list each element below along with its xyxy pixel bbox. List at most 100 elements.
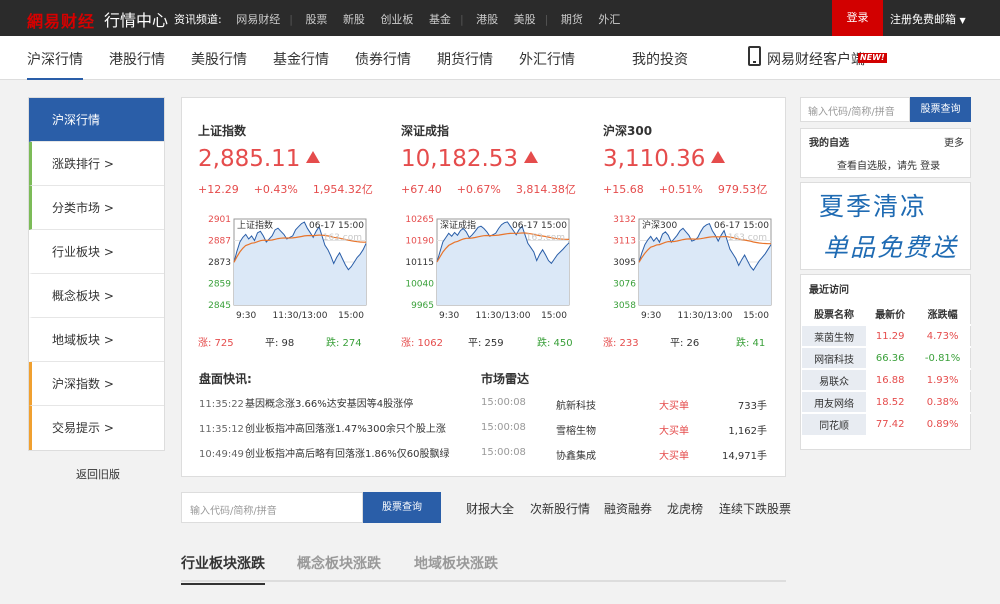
tab-region-board[interactable]: 地域板块涨跌: [414, 553, 498, 573]
chart-watermark: 163.com: [526, 233, 565, 243]
login-button[interactable]: 登录: [832, 0, 883, 36]
nav-item-us[interactable]: 美股行情: [191, 49, 247, 69]
nav-item-fund[interactable]: 基金行情: [273, 49, 329, 69]
table-row[interactable]: 莱茵生物 11.29 4.73%: [802, 324, 971, 347]
stock-pct: -0.81%: [914, 346, 971, 369]
x-tick-label: 15:00: [743, 311, 769, 321]
flash-item[interactable]: 10:49:49创业板指冲高后略有回落涨1.86%仅60股飘绿: [199, 445, 450, 460]
nav-item-forex[interactable]: 外汇行情: [519, 49, 575, 69]
watchlist-more-link[interactable]: 更多: [944, 134, 964, 149]
index-price: 10,182.53: [401, 146, 539, 172]
index-amount: 3,814.38亿: [515, 183, 576, 196]
sidebar-item-industry[interactable]: 行业板块 >: [29, 230, 164, 274]
table-row[interactable]: 同花顺 77.42 0.89%: [802, 412, 971, 435]
radar-time: 15:00:08: [481, 397, 526, 408]
promo-banner[interactable]: 夏季清凉 单品免费送: [800, 182, 971, 270]
flash-time: 11:35:22: [199, 399, 244, 410]
channel-link[interactable]: 新股: [343, 13, 365, 26]
radar-type: 大买单: [659, 426, 689, 437]
channel-link[interactable]: 网易财经: [236, 13, 280, 26]
channel-links: 资讯频道: 网易财经 | 股票 新股 创业板 基金 | 港股 美股 | 期货 外汇: [174, 13, 621, 26]
quote-center-title[interactable]: 行情中心: [104, 7, 168, 31]
right-search-input[interactable]: 输入代码/简称/拼音: [800, 97, 910, 122]
old-version-link[interactable]: 返回旧版: [76, 466, 120, 482]
sidebar-item-region[interactable]: 地域板块 >: [29, 318, 164, 362]
stock-name[interactable]: 易联众: [802, 368, 867, 391]
nav-item-futures[interactable]: 期货行情: [437, 49, 493, 69]
nav-item-shsz[interactable]: 沪深行情: [27, 49, 83, 80]
watchlist-login-prompt[interactable]: 查看自选股，请先 登录: [837, 157, 940, 172]
channel-link[interactable]: 基金: [429, 13, 451, 26]
nav-item-my-invest[interactable]: 我的投资: [632, 49, 688, 69]
channel-link[interactable]: 外汇: [598, 13, 620, 26]
sidebar-item-tips[interactable]: 交易提示 >: [29, 406, 164, 450]
sidebar-item-index[interactable]: 沪深指数 >: [29, 362, 164, 406]
quick-link-reports[interactable]: 财报大全: [466, 500, 514, 517]
quick-link-margin[interactable]: 融资融券: [604, 500, 652, 517]
quick-link-falling[interactable]: 连续下跌股票: [719, 500, 791, 517]
nav-client-app[interactable]: 网易财经客户端: [767, 49, 865, 69]
register-mail-link[interactable]: 注册免费邮箱 ▼: [890, 11, 966, 27]
chevron-down-icon: ▼: [959, 16, 966, 25]
chart-index-label: 沪深300: [642, 219, 677, 231]
sidebar-item-concept[interactable]: 概念板块 >: [29, 274, 164, 318]
intraday-chart[interactable]: 10265 10190 10115 10040 9965 9:30 11:30/13:00 1…: [401, 210, 571, 322]
index-pct: +0.43%: [253, 183, 298, 196]
index-name[interactable]: 深证成指: [401, 122, 449, 139]
right-search-button[interactable]: 股票查询: [910, 97, 971, 122]
sidebar-item-shsz[interactable]: 沪深行情: [29, 98, 164, 142]
x-tick-label: 11:30/13:00: [476, 311, 531, 321]
sidebar-item-ranking[interactable]: 涨跌排行 >: [29, 142, 164, 186]
radar-stock[interactable]: 雪榕生物: [556, 422, 596, 437]
channel-link[interactable]: 港股: [476, 13, 498, 26]
radar-stock[interactable]: 航新科技: [556, 397, 596, 412]
nav-item-bond[interactable]: 债券行情: [355, 49, 411, 69]
table-row[interactable]: 易联众 16.88 1.93%: [802, 368, 971, 391]
x-tick-label: 9:30: [641, 311, 661, 321]
tab-industry-board[interactable]: 行业板块涨跌: [181, 553, 265, 585]
stock-name[interactable]: 同花顺: [802, 412, 867, 435]
radar-stock[interactable]: 协鑫集成: [556, 447, 596, 462]
index-pct: +0.67%: [456, 183, 501, 196]
stock-search-input[interactable]: 输入代码/简称/拼音: [181, 492, 363, 523]
netease-logo[interactable]: 網易财经: [27, 8, 95, 32]
channel-link[interactable]: 期货: [561, 13, 583, 26]
stock-name[interactable]: 用友网络: [802, 390, 867, 413]
flash-text[interactable]: 基因概念涨3.66%达安基因等4股涨停: [245, 399, 413, 410]
tab-concept-board[interactable]: 概念板块涨跌: [297, 553, 381, 573]
table-row[interactable]: 网宿科技 66.36 -0.81%: [802, 346, 971, 369]
stock-search-button[interactable]: 股票查询: [363, 492, 441, 523]
channel-link[interactable]: 美股: [514, 13, 536, 26]
col-header-name: 股票名称: [814, 310, 855, 321]
table-row[interactable]: 用友网络 18.52 0.38%: [802, 390, 971, 413]
arrow-up-icon: [306, 151, 321, 163]
channel-link[interactable]: 创业板: [380, 13, 413, 26]
flat-count: 平: 98: [265, 338, 295, 349]
nav-item-hk[interactable]: 港股行情: [109, 49, 165, 69]
index-name[interactable]: 上证指数: [198, 122, 246, 139]
stock-name[interactable]: 网宿科技: [802, 346, 867, 369]
intraday-chart[interactable]: 2901 2887 2873 2859 2845 9:30 11:30/13:00 15:00…: [198, 210, 368, 322]
flash-item[interactable]: 11:35:12创业板指冲高回落涨1.47%300余只个股上涨: [199, 420, 446, 435]
y-tick-label: 2901: [208, 215, 231, 225]
quick-link-new-stocks[interactable]: 次新股行情: [530, 500, 590, 517]
y-tick-label: 3113: [613, 237, 636, 247]
col-header-price: 最新价: [875, 310, 906, 321]
flash-item[interactable]: 11:35:22基因概念涨3.66%达安基因等4股涨停: [199, 395, 413, 410]
quick-link-dragon-tiger[interactable]: 龙虎榜: [667, 500, 703, 517]
stock-name[interactable]: 莱茵生物: [802, 324, 867, 347]
y-tick-label: 2859: [208, 280, 231, 290]
channel-link[interactable]: 股票: [305, 13, 327, 26]
index-amount: 979.53亿: [717, 183, 768, 196]
y-tick-label: 10040: [405, 280, 434, 290]
main-nav: 沪深行情 港股行情 美股行情 基金行情 债券行情 期货行情 外汇行情 我的投资 …: [0, 36, 1000, 80]
flash-text[interactable]: 创业板指冲高回落涨1.47%300余只个股上涨: [245, 424, 446, 435]
y-tick-label: 2873: [208, 258, 231, 268]
index-price-value: 10,182.53: [401, 146, 519, 172]
flash-text[interactable]: 创业板指冲高后略有回落涨1.86%仅60股飘绿: [245, 449, 450, 460]
index-name[interactable]: 沪深300: [603, 122, 652, 139]
sidebar-item-category[interactable]: 分类市场 >: [29, 186, 164, 230]
intraday-chart[interactable]: 3132 3113 3095 3076 3058 9:30 11:30/13:00 15:00…: [603, 210, 773, 322]
chart-index-label: 上证指数: [237, 219, 273, 231]
up-count: 涨: 725: [198, 338, 234, 349]
